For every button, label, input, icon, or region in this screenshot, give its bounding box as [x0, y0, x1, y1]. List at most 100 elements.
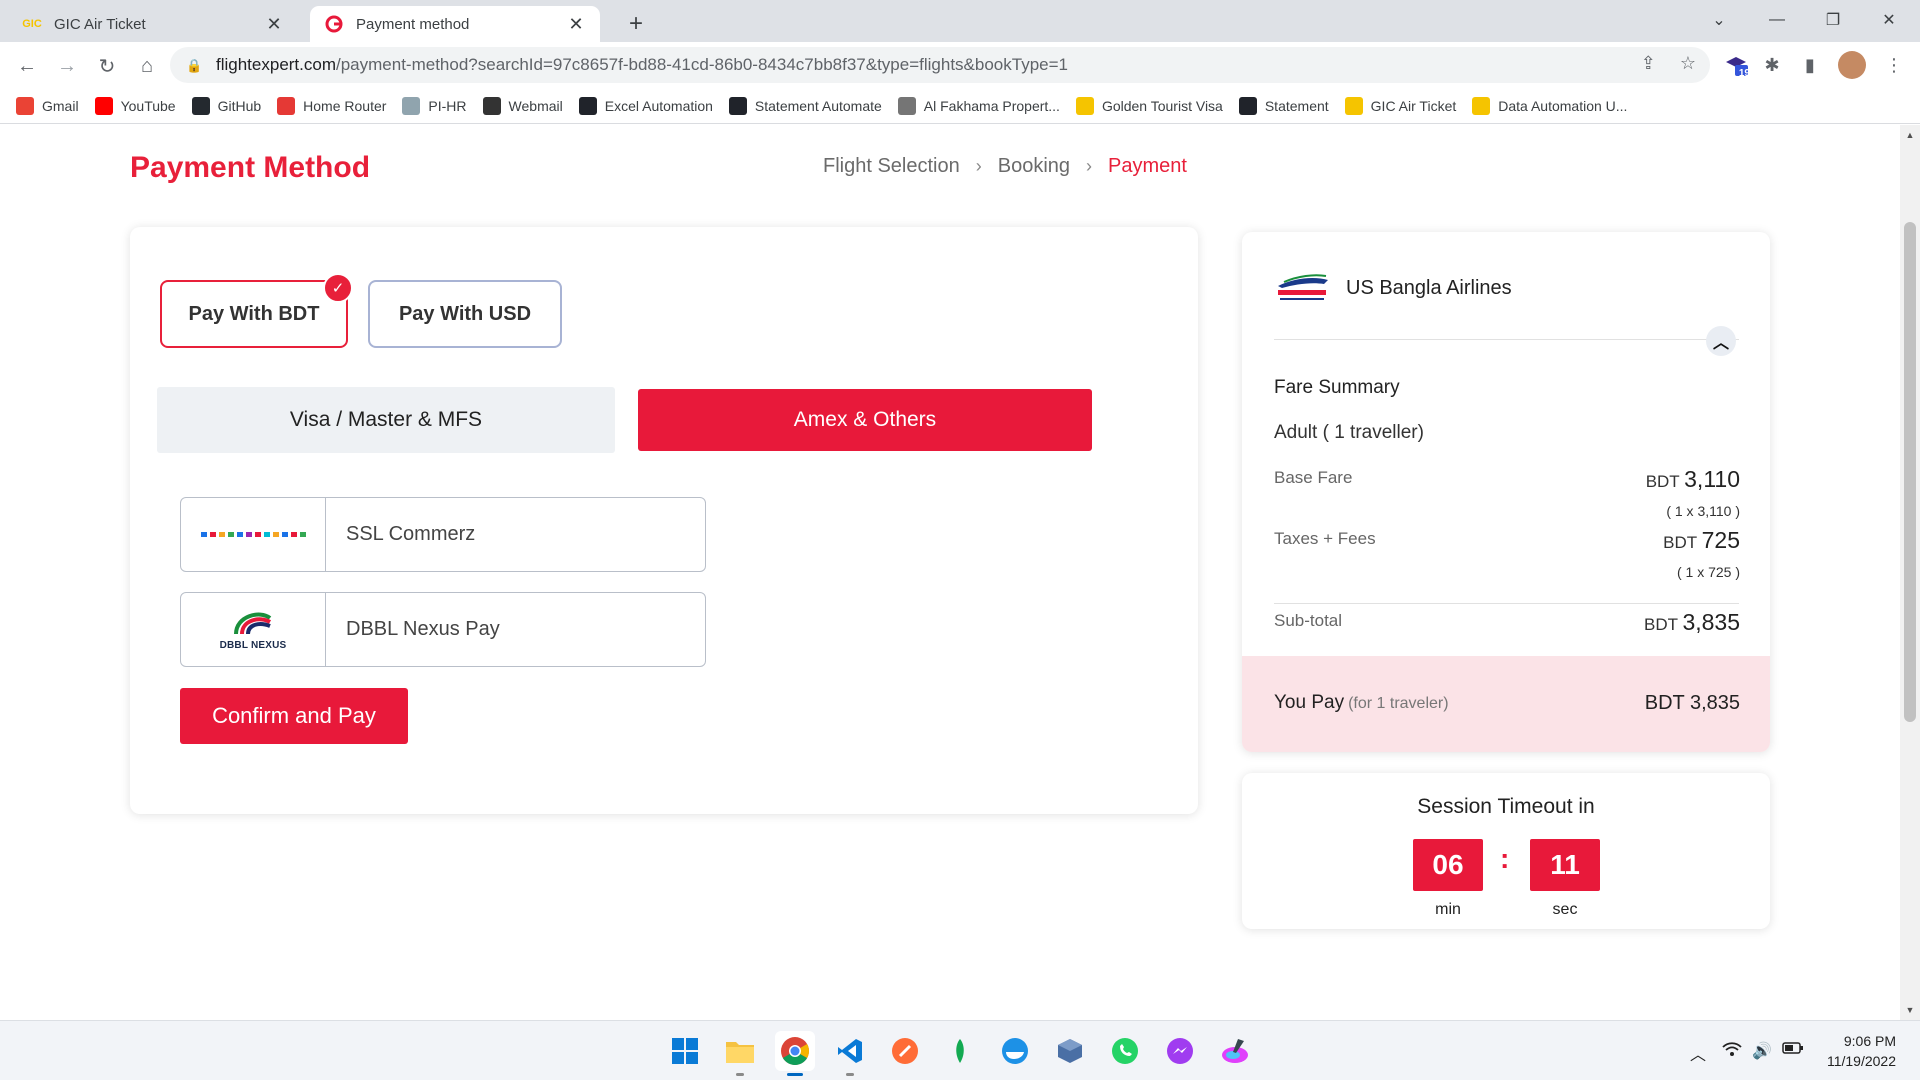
file-explorer-icon[interactable] [720, 1031, 760, 1071]
timeout-separator: : [1500, 843, 1510, 874]
system-clock[interactable]: 9:06 PM 11/19/2022 [1827, 1031, 1896, 1071]
gic-icon [1472, 96, 1491, 115]
bookmark-item[interactable]: PI-HR [402, 96, 467, 115]
base-fare-label: Base Fare [1274, 468, 1353, 487]
page-scrollbar[interactable]: ▲ ▼ [1900, 125, 1920, 1020]
close-icon[interactable]: ✕ [264, 14, 284, 34]
browser-toolbar: ← → ↻ ⌂ 🔒 flightexpert.com/payment-metho… [0, 42, 1920, 88]
tab-gic-air-ticket[interactable]: GIC GIC Air Ticket ✕ [8, 6, 298, 42]
menu-kebab-icon[interactable]: ⋮ [1880, 51, 1908, 79]
bookmark-label: GitHub [217, 97, 262, 114]
page-title: Payment Method [130, 151, 371, 184]
bookmark-item[interactable]: Al Fakhama Propert... [897, 96, 1060, 115]
side-panel-icon[interactable]: ▮ [1796, 51, 1824, 79]
gateway-ssl-commerz[interactable]: SSL Commerz [180, 497, 706, 572]
share-icon[interactable]: ⇪ [1641, 53, 1656, 74]
base-fare-amount: BDT 3,110 [1645, 466, 1740, 492]
breadcrumb-payment: Payment [1108, 155, 1187, 177]
session-timeout-card: Session Timeout in 06 : 11 min sec [1242, 773, 1770, 929]
speaker-icon[interactable]: 🔊 [1752, 1041, 1772, 1061]
session-timeout-title: Session Timeout in [1417, 795, 1595, 818]
address-bar[interactable]: 🔒 flightexpert.com/payment-method?search… [170, 47, 1710, 83]
bookmark-label: YouTube [120, 97, 176, 114]
reload-button[interactable]: ↻ [90, 49, 124, 83]
tab-title: Payment method [356, 15, 470, 33]
chevron-up-icon[interactable]: ︿ [1706, 326, 1736, 356]
new-tab-button[interactable]: + [620, 8, 652, 40]
mongodb-icon[interactable] [940, 1031, 980, 1071]
pay-with-usd-button[interactable]: Pay With USD [368, 280, 562, 348]
virtualbox-icon[interactable] [1050, 1031, 1090, 1071]
tab-title: GIC Air Ticket [54, 15, 146, 33]
gic-icon [1344, 96, 1363, 115]
battery-icon[interactable] [1782, 1041, 1804, 1060]
subtotal-label: Sub-total [1274, 611, 1343, 630]
chevron-right-icon: › [975, 156, 982, 176]
bookmark-item[interactable]: Home Router [277, 96, 386, 115]
extension-icon[interactable]: 19 [1722, 51, 1750, 79]
chevron-up-icon[interactable]: ︿ [1690, 1041, 1706, 1065]
document-icon [402, 96, 421, 115]
seconds-label: sec [1552, 901, 1578, 918]
airline-name: US Bangla Airlines [1346, 276, 1512, 299]
scroll-thumb[interactable] [1904, 222, 1916, 722]
bookmark-item[interactable]: Gmail [16, 96, 79, 115]
scroll-up-icon[interactable]: ▲ [1904, 129, 1916, 141]
windows-start-icon[interactable] [665, 1031, 705, 1071]
home-button[interactable]: ⌂ [130, 49, 164, 83]
messenger-icon[interactable] [1160, 1031, 1200, 1071]
fare-summary-title: Fare Summary [1274, 377, 1400, 398]
clock-date: 11/19/2022 [1826, 1053, 1896, 1069]
breadcrumb: Flight Selection › Booking › Payment [823, 155, 1187, 178]
bookmark-label: Data Automation U... [1498, 97, 1628, 114]
tab-amex-others[interactable]: Amex & Others [638, 389, 1092, 451]
postman-icon[interactable] [885, 1031, 925, 1071]
tab-search-icon[interactable]: ⌄ [1696, 4, 1742, 36]
chrome-icon[interactable] [775, 1031, 815, 1071]
bookmark-item[interactable]: GIC Air Ticket [1344, 96, 1456, 115]
confirm-and-pay-button[interactable]: Confirm and Pay [180, 688, 408, 744]
bookmark-item[interactable]: Data Automation U... [1472, 96, 1628, 115]
extension-badge: 19 [1738, 68, 1750, 79]
scroll-down-icon[interactable]: ▼ [1904, 1004, 1916, 1016]
forward-button[interactable]: → [50, 49, 84, 83]
bookmark-item[interactable]: Golden Tourist Visa [1075, 96, 1223, 115]
subtotal-amount: BDT 3,835 [1643, 609, 1740, 635]
back-button[interactable]: ← [10, 49, 44, 83]
page-content: Payment Method Flight Selection › Bookin… [0, 125, 1900, 1020]
docker-icon[interactable] [995, 1031, 1035, 1071]
extensions-puzzle-icon[interactable]: ✱ [1758, 51, 1786, 79]
browser-tab-strip: GIC GIC Air Ticket ✕ Payment method ✕ + … [0, 0, 1920, 42]
bookmark-item[interactable]: GitHub [191, 96, 262, 115]
timeout-minutes: 06 [1413, 839, 1483, 891]
wifi-icon[interactable] [1722, 1041, 1742, 1062]
gateway-dbbl-nexus-pay[interactable]: DBBL NEXUS DBBL Nexus Pay [180, 592, 706, 667]
profile-avatar[interactable] [1838, 51, 1866, 79]
close-icon[interactable]: ✕ [566, 14, 586, 34]
bookmark-item[interactable]: Statement Automate [728, 96, 882, 115]
bookmark-item[interactable]: Excel Automation [578, 96, 713, 115]
paint-icon[interactable] [1215, 1031, 1255, 1071]
minimize-button[interactable]: — [1754, 4, 1800, 36]
bookmarks-bar: Gmail YouTube GitHub Home Router PI-HR Webmai… [0, 88, 1920, 124]
bookmark-item[interactable]: Statement [1238, 96, 1329, 115]
close-window-button[interactable]: ✕ [1866, 4, 1912, 36]
react-icon [578, 96, 597, 115]
restore-button[interactable]: ❐ [1810, 4, 1856, 36]
bookmark-label: Excel Automation [604, 97, 713, 114]
tab-visa-master-mfs[interactable]: Visa / Master & MFS [157, 387, 615, 453]
pay-with-bdt-button[interactable]: Pay With BDT [160, 280, 348, 348]
bookmark-item[interactable]: YouTube [94, 96, 176, 115]
vscode-icon[interactable] [830, 1031, 870, 1071]
whatsapp-icon[interactable] [1105, 1031, 1145, 1071]
breadcrumb-flight-selection[interactable]: Flight Selection [823, 155, 960, 178]
youtube-icon [94, 96, 113, 115]
bookmark-item[interactable]: Webmail [482, 96, 563, 115]
tab-payment-method[interactable]: Payment method ✕ [310, 6, 600, 42]
url-text: flightexpert.com/payment-method?searchId… [216, 55, 1068, 74]
divider [1274, 339, 1739, 340]
breadcrumb-booking[interactable]: Booking [998, 155, 1070, 178]
bookmark-star-icon[interactable]: ☆ [1680, 53, 1696, 74]
clock-time: 9:06 PM [1843, 1033, 1896, 1049]
github-icon [191, 96, 210, 115]
